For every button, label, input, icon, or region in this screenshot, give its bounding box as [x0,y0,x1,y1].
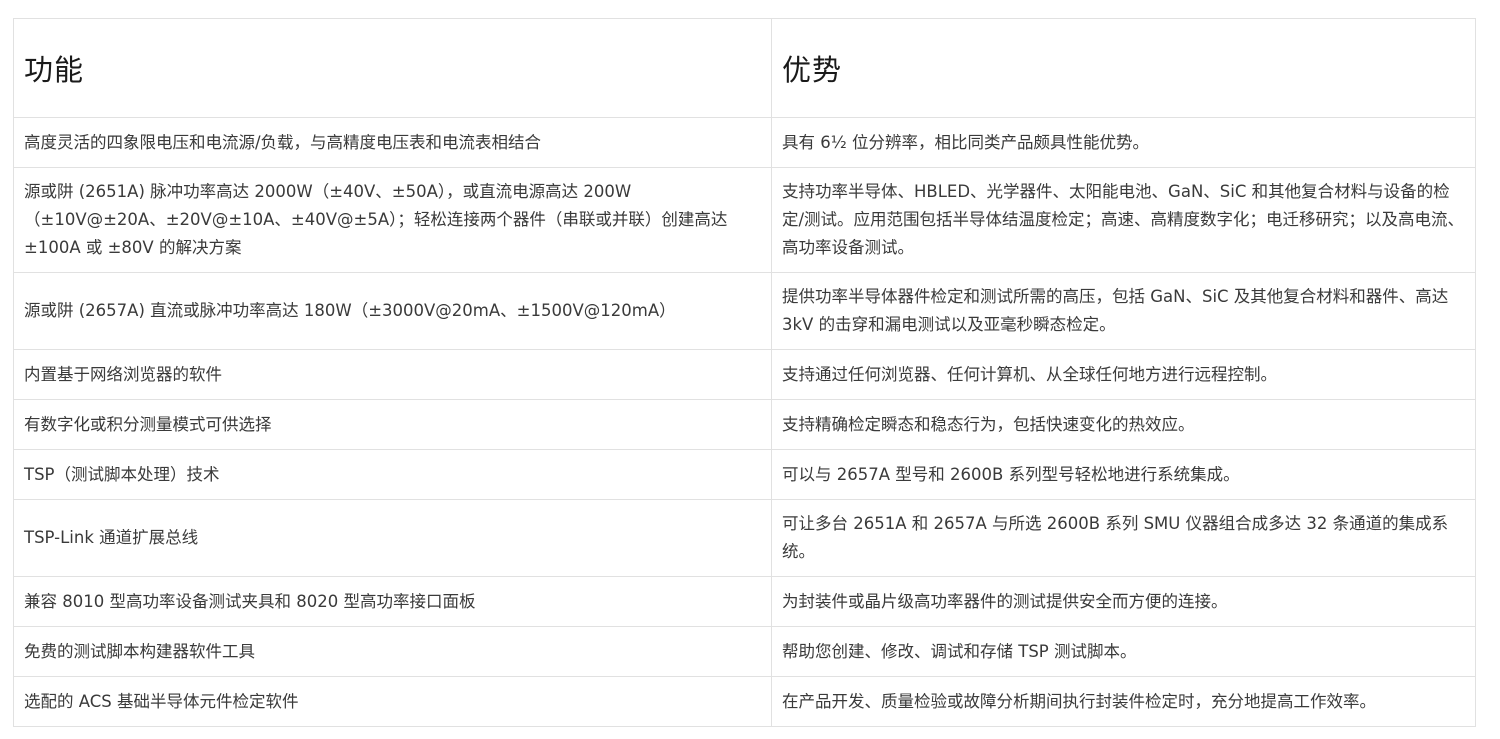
header-advantage: 优势 [771,18,1476,118]
advantage-cell: 支持通过任何浏览器、任何计算机、从全球任何地方进行远程控制。 [771,349,1476,400]
table-row: 源或阱 (2657A) 直流或脉冲功率高达 180W（±3000V@20mA、±… [13,272,1476,350]
table-row: 高度灵活的四象限电压和电流源/负载，与高精度电压表和电流表相结合 具有 6½ 位… [13,117,1476,168]
table-row: 兼容 8010 型高功率设备测试夹具和 8020 型高功率接口面板 为封装件或晶… [13,576,1476,627]
advantage-cell: 提供功率半导体器件检定和测试所需的高压，包括 GaN、SiC 及其他复合材料和器… [771,272,1476,350]
header-feature: 功能 [13,18,772,118]
table-row: 免费的测试脚本构建器软件工具 帮助您创建、修改、调试和存储 TSP 测试脚本。 [13,626,1476,677]
advantage-cell: 支持精确检定瞬态和稳态行为，包括快速变化的热效应。 [771,399,1476,450]
advantage-cell: 支持功率半导体、HBLED、光学器件、太阳能电池、GaN、SiC 和其他复合材料… [771,167,1476,273]
table-row: 有数字化或积分测量模式可供选择 支持精确检定瞬态和稳态行为，包括快速变化的热效应… [13,399,1476,450]
advantage-cell: 帮助您创建、修改、调试和存储 TSP 测试脚本。 [771,626,1476,677]
feature-cell: 选配的 ACS 基础半导体元件检定软件 [13,676,772,727]
feature-cell: 有数字化或积分测量模式可供选择 [13,399,772,450]
table-row: TSP-Link 通道扩展总线 可让多台 2651A 和 2657A 与所选 2… [13,499,1476,577]
feature-cell: TSP-Link 通道扩展总线 [13,499,772,577]
feature-cell: 免费的测试脚本构建器软件工具 [13,626,772,677]
feature-cell: 内置基于网络浏览器的软件 [13,349,772,400]
feature-cell: 高度灵活的四象限电压和电流源/负载，与高精度电压表和电流表相结合 [13,117,772,168]
feature-cell: TSP（测试脚本处理）技术 [13,449,772,500]
advantage-cell: 可以与 2657A 型号和 2600B 系列型号轻松地进行系统集成。 [771,449,1476,500]
feature-cell: 源或阱 (2651A) 脉冲功率高达 2000W（±40V、±50A），或直流电… [13,167,772,273]
table-row: 选配的 ACS 基础半导体元件检定软件 在产品开发、质量检验或故障分析期间执行封… [13,676,1476,727]
table-row: TSP（测试脚本处理）技术 可以与 2657A 型号和 2600B 系列型号轻松… [13,449,1476,500]
advantage-cell: 可让多台 2651A 和 2657A 与所选 2600B 系列 SMU 仪器组合… [771,499,1476,577]
feature-advantage-table-container: 功能 优势 高度灵活的四象限电压和电流源/负载，与高精度电压表和电流表相结合 具… [13,18,1476,727]
table-row: 源或阱 (2651A) 脉冲功率高达 2000W（±40V、±50A），或直流电… [13,167,1476,273]
advantage-cell: 为封装件或晶片级高功率器件的测试提供安全而方便的连接。 [771,576,1476,627]
feature-cell: 源或阱 (2657A) 直流或脉冲功率高达 180W（±3000V@20mA、±… [13,272,772,350]
feature-cell: 兼容 8010 型高功率设备测试夹具和 8020 型高功率接口面板 [13,576,772,627]
table-header-row: 功能 优势 [13,18,1476,118]
advantage-cell: 具有 6½ 位分辨率，相比同类产品颇具性能优势。 [771,117,1476,168]
table-row: 内置基于网络浏览器的软件 支持通过任何浏览器、任何计算机、从全球任何地方进行远程… [13,349,1476,400]
advantage-cell: 在产品开发、质量检验或故障分析期间执行封装件检定时，充分地提高工作效率。 [771,676,1476,727]
feature-advantage-table: 功能 优势 高度灵活的四象限电压和电流源/负载，与高精度电压表和电流表相结合 具… [13,18,1476,727]
